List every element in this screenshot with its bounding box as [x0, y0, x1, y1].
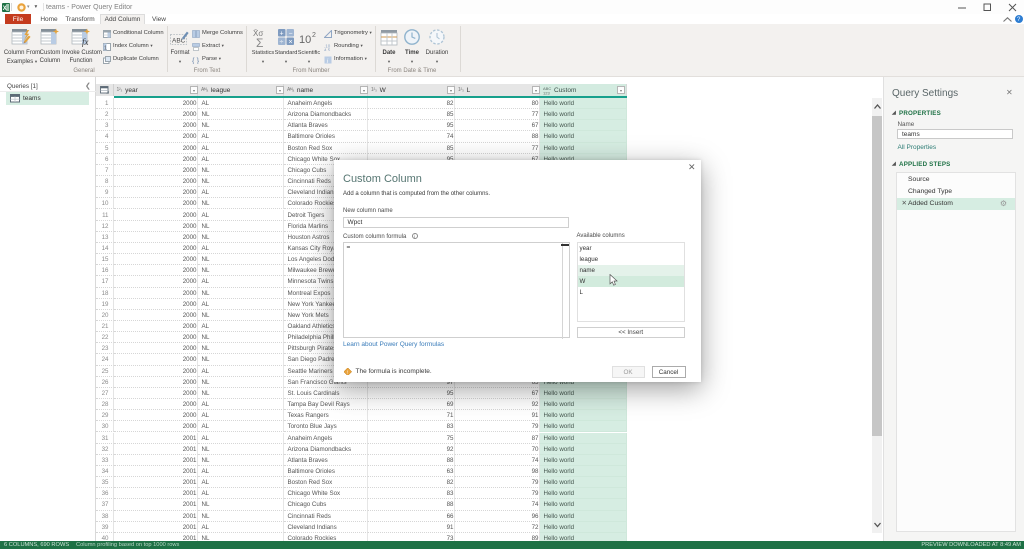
svg-text:fx: fx	[82, 37, 89, 47]
svg-text:2: 2	[312, 32, 316, 39]
svg-text:123: 123	[543, 90, 550, 94]
svg-text:+: +	[280, 31, 284, 38]
svg-text:X: X	[2, 6, 6, 12]
svg-text:!: !	[347, 369, 348, 374]
svg-text:×: ×	[289, 39, 293, 46]
svg-text:10: 10	[299, 34, 311, 46]
svg-text:1: 1	[104, 46, 107, 52]
svg-text:÷: ÷	[280, 39, 284, 46]
svg-text:4.5: 4.5	[324, 48, 331, 52]
svg-text:−: −	[289, 30, 293, 37]
svg-text:Σ: Σ	[256, 36, 263, 48]
svg-text:{ }: { }	[192, 56, 200, 64]
